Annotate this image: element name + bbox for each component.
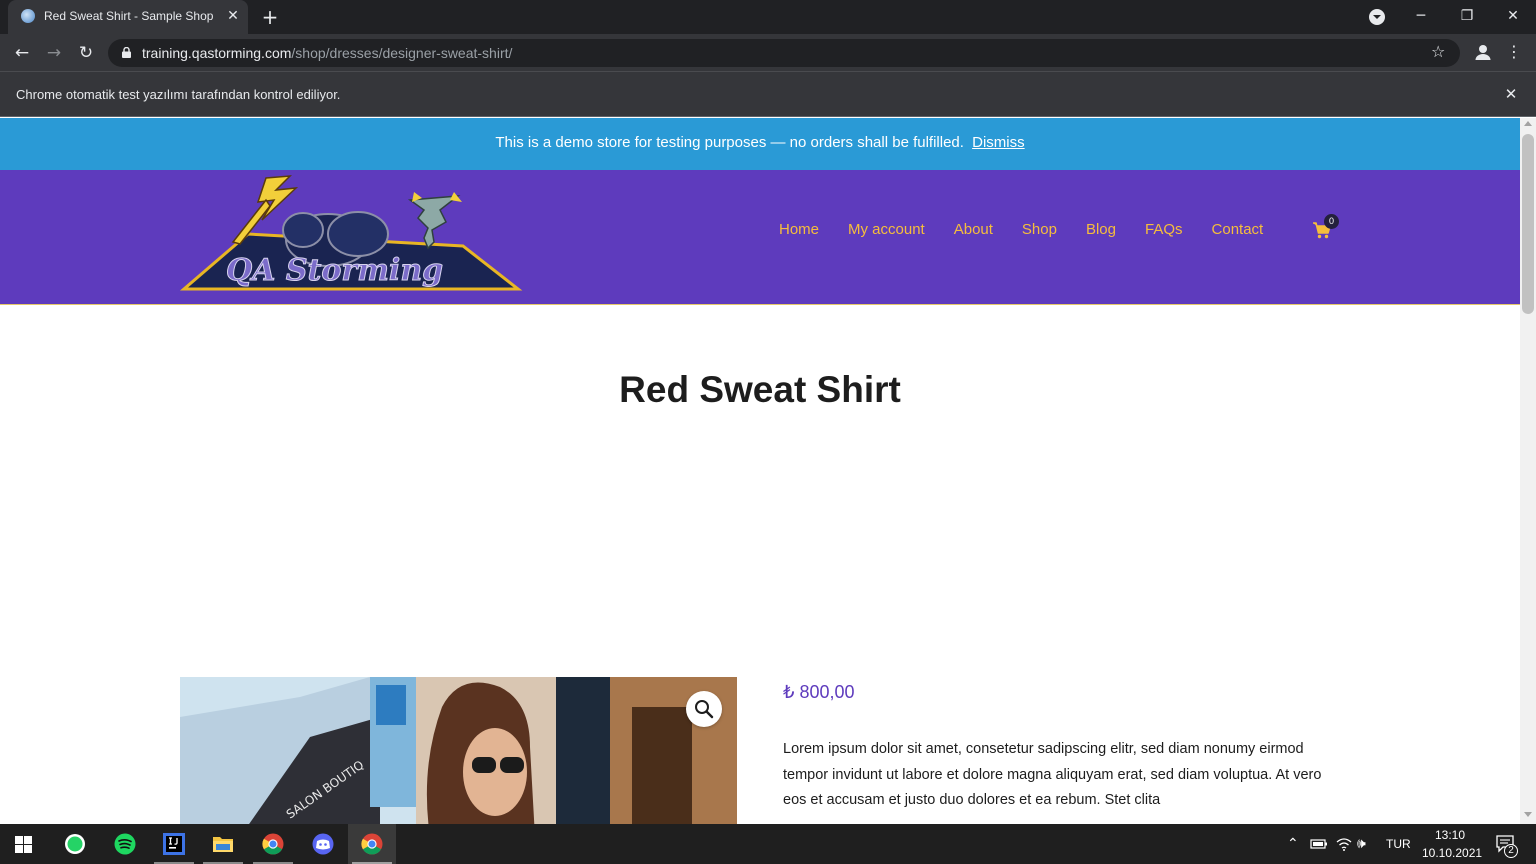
input-language[interactable]: TUR <box>1386 837 1411 851</box>
product-description: Lorem ipsum dolor sit amet, consetetur s… <box>783 741 1322 808</box>
logo-text: QA Storming <box>226 253 443 288</box>
windows-taskbar: ⌃ 🕪 TUR 13:10 10.10.2021 2 <box>0 824 1536 864</box>
page-viewport: This is a demo store for testing purpose… <box>0 118 1520 824</box>
page-scrollbar[interactable] <box>1520 118 1536 824</box>
tab-close-icon[interactable]: ✕ <box>224 6 242 26</box>
cart-count-badge: 0 <box>1324 214 1339 229</box>
chrome-icon <box>361 833 383 855</box>
zoom-magnifier-icon[interactable] <box>686 691 722 727</box>
url-path: /shop/dresses/designer-sweat-shirt/ <box>291 45 513 61</box>
site-header: QA Storming Home My account About Shop B… <box>0 170 1520 305</box>
product-price: ₺ 800,00 <box>783 682 855 702</box>
taskbar-intellij[interactable] <box>150 824 198 864</box>
restore-button[interactable]: ❐ <box>1444 2 1490 30</box>
browser-tab[interactable]: Red Sweat Shirt - Sample Shop ✕ <box>8 0 248 34</box>
demo-notice-text: This is a demo store for testing purpose… <box>495 134 964 151</box>
notification-count-badge: 2 <box>1504 844 1518 858</box>
nav-blog[interactable]: Blog <box>1086 221 1116 238</box>
battery-icon[interactable] <box>1310 838 1328 850</box>
forward-arrow-icon[interactable]: → <box>40 39 68 67</box>
taskbar-spotify[interactable] <box>101 824 149 864</box>
clock-date[interactable]: 10.10.2021 <box>1422 846 1482 860</box>
nav-home[interactable]: Home <box>779 221 819 238</box>
scroll-down-arrow-icon[interactable] <box>1524 812 1532 817</box>
main-navigation: Home My account About Shop Blog FAQs Con… <box>779 221 1292 238</box>
windows-start-icon[interactable] <box>15 836 32 853</box>
bookmark-star-icon[interactable]: ☆ <box>1431 42 1445 61</box>
volume-icon[interactable]: 🕪 <box>1357 835 1366 852</box>
spotify-icon <box>114 833 136 855</box>
address-bar[interactable]: training.qastorming.com/shop/dresses/des… <box>108 39 1460 67</box>
infobar-close-icon[interactable]: ✕ <box>1500 83 1522 105</box>
taskbar-whatsapp[interactable] <box>51 824 99 864</box>
product-image[interactable]: SALON BOUTIQ <box>180 677 737 824</box>
qa-storming-logo[interactable]: QA Storming <box>178 172 523 294</box>
whatsapp-icon <box>65 834 85 854</box>
nav-faqs[interactable]: FAQs <box>1145 221 1183 238</box>
discord-icon <box>312 833 334 855</box>
minimize-button[interactable]: ─ <box>1398 2 1444 30</box>
taskbar-discord[interactable] <box>299 824 347 864</box>
wifi-icon[interactable] <box>1336 837 1352 851</box>
back-arrow-icon[interactable]: ← <box>8 39 36 67</box>
browser-menu-icon[interactable]: ⋮ <box>1504 40 1524 64</box>
tab-search-icon[interactable] <box>1369 9 1385 25</box>
tab-title: Red Sweat Shirt - Sample Shop <box>44 9 214 23</box>
new-tab-button[interactable]: + <box>258 5 282 29</box>
intellij-icon <box>163 833 185 855</box>
nav-shop[interactable]: Shop <box>1022 221 1057 238</box>
tray-overflow-chevron-icon[interactable]: ⌃ <box>1287 835 1299 852</box>
browser-toolbar: ← → ↻ training.qastorming.com/shop/dress… <box>0 34 1536 71</box>
reload-icon[interactable]: ↻ <box>72 39 100 67</box>
nav-contact[interactable]: Contact <box>1212 221 1264 238</box>
site-favicon-icon <box>21 9 35 23</box>
profile-icon[interactable] <box>1474 43 1492 61</box>
scroll-up-arrow-icon[interactable] <box>1524 121 1532 126</box>
dismiss-link[interactable]: Dismiss <box>972 134 1025 151</box>
chrome-icon <box>262 833 284 855</box>
automation-infobar: Chrome otomatik test yazılımı tarafından… <box>0 71 1536 117</box>
taskbar-chrome-active[interactable] <box>348 824 396 864</box>
lock-icon <box>122 47 131 58</box>
folder-icon <box>213 837 233 852</box>
browser-tab-bar: Red Sweat Shirt - Sample Shop ✕ + ─ ❐ ✕ <box>0 0 1536 34</box>
scrollbar-thumb[interactable] <box>1522 134 1534 314</box>
product-title: Red Sweat Shirt <box>619 369 901 410</box>
url-text: training.qastorming.com/shop/dresses/des… <box>142 45 512 61</box>
nav-about[interactable]: About <box>954 221 993 238</box>
demo-store-notice: This is a demo store for testing purpose… <box>0 118 1520 170</box>
url-host: training.qastorming.com <box>142 45 292 61</box>
clock-time[interactable]: 13:10 <box>1435 828 1465 842</box>
taskbar-chrome[interactable] <box>249 824 297 864</box>
close-window-button[interactable]: ✕ <box>1490 2 1536 30</box>
infobar-text: Chrome otomatik test yazılımı tarafından… <box>16 87 341 102</box>
nav-my-account[interactable]: My account <box>848 221 925 238</box>
taskbar-file-explorer[interactable] <box>199 824 247 864</box>
